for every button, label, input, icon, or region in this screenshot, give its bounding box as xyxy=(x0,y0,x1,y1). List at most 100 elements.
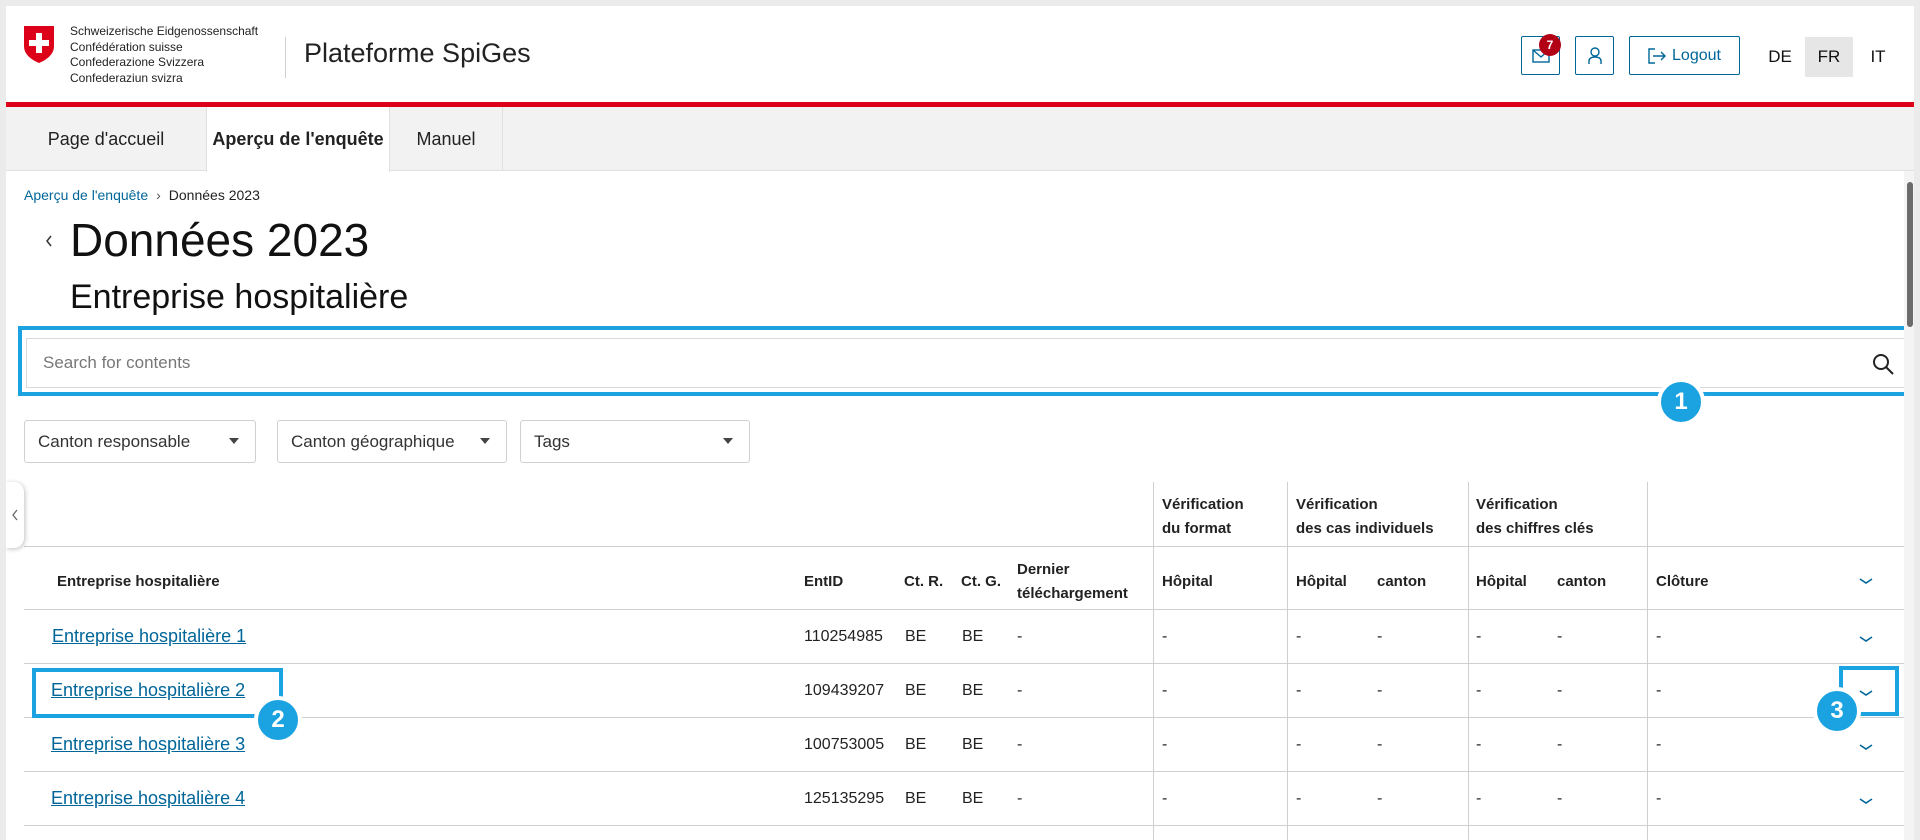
row-3-ct-g: BE xyxy=(962,736,984,753)
row-4-cases-hospital: - xyxy=(1296,790,1302,807)
main-nav: Page d'accueil Aperçu de l'enquête Manue… xyxy=(6,107,1914,172)
column-header-format-hospital[interactable]: Hôpital xyxy=(1162,570,1213,594)
group-header-line: Vérification xyxy=(1296,496,1378,513)
column-header-figures-canton[interactable]: canton xyxy=(1557,570,1606,594)
table-divider xyxy=(24,825,1914,826)
group-header-line: Vérification xyxy=(1162,496,1244,513)
expand-all-chevron-icon[interactable] xyxy=(1858,576,1874,586)
breadcrumb-link-survey[interactable]: Aperçu de l'enquête xyxy=(24,187,148,203)
table-divider xyxy=(24,771,1914,772)
row-3-figures-canton: - xyxy=(1557,736,1563,753)
row-1-closure: - xyxy=(1656,628,1662,645)
row-4-entid: 125135295 xyxy=(804,790,885,807)
row-1-format-hospital: - xyxy=(1162,628,1168,645)
row-3-enterprise-link[interactable]: Entreprise hospitalière 3 xyxy=(51,732,245,756)
group-header-line: des cas individuels xyxy=(1296,520,1434,537)
column-header-last-download[interactable]: Dernier téléchargement xyxy=(1017,558,1128,606)
language-it[interactable]: IT xyxy=(1854,37,1902,77)
row-1-figures-canton: - xyxy=(1557,628,1563,645)
row-1-ct-r: BE xyxy=(905,628,927,645)
group-header-line: des chiffres clés xyxy=(1476,520,1594,537)
column-header-line: Dernier xyxy=(1017,561,1070,578)
row-1-ct-g: BE xyxy=(962,628,984,645)
group-header-line: du format xyxy=(1162,520,1232,537)
breadcrumb-current: Données 2023 xyxy=(168,187,260,203)
row-4-ct-r: BE xyxy=(905,790,927,807)
table-divider xyxy=(24,546,1914,547)
row-2-annotation-box xyxy=(32,668,283,718)
row-4-cases-canton: - xyxy=(1377,790,1383,807)
annotation-callout-3: 3 xyxy=(1813,687,1861,735)
scrollbar-thumb[interactable] xyxy=(1907,182,1913,327)
caret-down-icon xyxy=(480,438,490,444)
tab-manual[interactable]: Manuel xyxy=(390,107,503,171)
confederation-fr: Confédération suisse xyxy=(70,39,183,54)
table-divider xyxy=(24,663,1914,664)
column-divider xyxy=(1647,482,1648,840)
column-header-cases-hospital[interactable]: Hôpital xyxy=(1296,570,1347,594)
filter-canton-geographic[interactable]: Canton géographique xyxy=(277,420,507,463)
filter-label: Canton responsable xyxy=(38,431,191,451)
row-4-format-hospital: - xyxy=(1162,790,1168,807)
search-annotation-box xyxy=(18,326,1912,396)
column-header-ct-r[interactable]: Ct. R. xyxy=(904,570,943,594)
group-header-figures: Vérification des chiffres clés xyxy=(1476,493,1594,541)
filter-canton-responsible[interactable]: Canton responsable xyxy=(24,420,256,463)
caret-down-icon xyxy=(229,438,239,444)
breadcrumb-separator-icon: › xyxy=(156,187,161,203)
column-header-line: téléchargement xyxy=(1017,585,1128,602)
column-header-entid[interactable]: EntID xyxy=(804,570,843,594)
language-de[interactable]: DE xyxy=(1756,37,1804,77)
sidebar-toggle[interactable] xyxy=(6,482,24,548)
group-header-cases: Vérification des cas individuels xyxy=(1296,493,1434,541)
row-2-entid: 109439207 xyxy=(804,682,885,699)
annotation-callout-1: 1 xyxy=(1657,378,1705,426)
row-4-expand-chevron-icon[interactable] xyxy=(1858,796,1874,806)
notification-badge: 7 xyxy=(1539,34,1561,56)
tab-survey-overview[interactable]: Aperçu de l'enquête xyxy=(206,107,390,172)
row-3-ct-r: BE xyxy=(905,736,927,753)
row-2-cases-canton: - xyxy=(1377,682,1383,699)
row-2-figures-hospital: - xyxy=(1476,682,1482,699)
row-3-download: - xyxy=(1017,736,1023,753)
user-icon xyxy=(1587,46,1602,64)
tab-home[interactable]: Page d'accueil xyxy=(6,107,206,171)
confederation-rm: Confederaziun svizra xyxy=(70,70,183,85)
column-header-cases-canton[interactable]: canton xyxy=(1377,570,1426,594)
back-chevron-icon[interactable] xyxy=(44,233,54,249)
row-3-entid: 100753005 xyxy=(804,736,885,753)
row-1-enterprise-link[interactable]: Entreprise hospitalière 1 xyxy=(52,624,246,648)
enterprise-table: Vérification du format Vérification des … xyxy=(24,482,1914,840)
logout-icon xyxy=(1648,47,1667,64)
column-header-figures-hospital[interactable]: Hôpital xyxy=(1476,570,1527,594)
row-2-figures-canton: - xyxy=(1557,682,1563,699)
row-1-figures-hospital: - xyxy=(1476,628,1482,645)
column-header-ct-g[interactable]: Ct. G. xyxy=(961,570,1001,594)
breadcrumb: Aperçu de l'enquête › Données 2023 xyxy=(24,187,260,203)
column-header-enterprise[interactable]: Entreprise hospitalière xyxy=(57,570,220,594)
group-header-line: Vérification xyxy=(1476,496,1558,513)
table-divider xyxy=(24,609,1914,610)
swiss-cross-logo xyxy=(24,26,54,63)
language-fr[interactable]: FR xyxy=(1805,37,1853,77)
column-header-closure[interactable]: Clôture xyxy=(1656,570,1709,594)
row-1-cases-canton: - xyxy=(1377,628,1383,645)
group-header-format: Vérification du format xyxy=(1162,493,1244,541)
logout-button[interactable]: Logout xyxy=(1629,36,1740,75)
filter-label: Tags xyxy=(534,431,570,451)
page: Schweizerische Eidgenossenschaft Confédé… xyxy=(6,6,1914,840)
row-2-download: - xyxy=(1017,682,1023,699)
app-title: Plateforme SpiGes xyxy=(304,38,531,68)
row-2-cases-hospital: - xyxy=(1296,682,1302,699)
row-3-expand-chevron-icon[interactable] xyxy=(1858,742,1874,752)
row-4-download: - xyxy=(1017,790,1023,807)
page-subtitle: Entreprise hospitalière xyxy=(70,278,409,316)
row-2-ct-g: BE xyxy=(962,682,984,699)
column-divider xyxy=(1468,482,1469,840)
annotation-callout-2: 2 xyxy=(254,696,302,744)
row-1-expand-chevron-icon[interactable] xyxy=(1858,634,1874,644)
row-4-enterprise-link[interactable]: Entreprise hospitalière 4 xyxy=(51,786,245,810)
filter-tags[interactable]: Tags xyxy=(520,420,750,463)
user-profile-button[interactable] xyxy=(1575,36,1614,75)
row-3-figures-hospital: - xyxy=(1476,736,1482,753)
